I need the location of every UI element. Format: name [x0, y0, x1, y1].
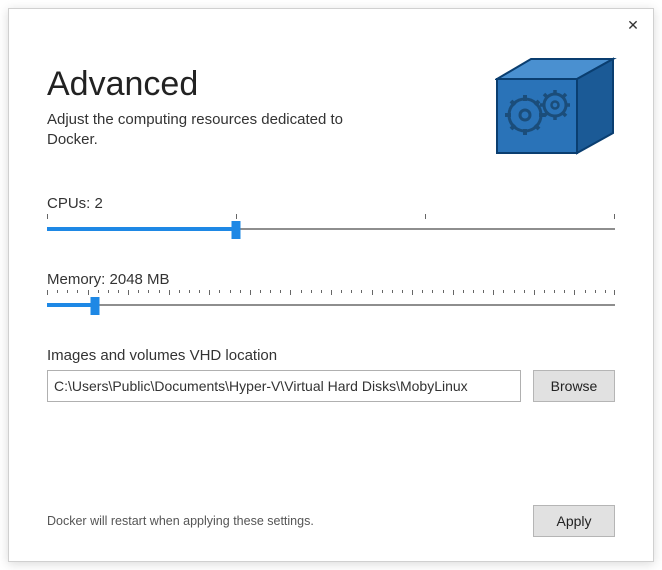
- memory-ticks: [47, 290, 615, 296]
- vhd-label: Images and volumes VHD location: [47, 347, 615, 364]
- memory-label: Memory: 2048 MB: [47, 271, 615, 288]
- memory-section: Memory: 2048 MB: [47, 271, 615, 315]
- apply-button[interactable]: Apply: [533, 505, 615, 537]
- cpus-label: CPUs: 2: [47, 195, 615, 212]
- browse-button[interactable]: Browse: [533, 370, 615, 402]
- dialog-header: Advanced Adjust the computing resources …: [47, 65, 615, 151]
- settings-window: ✕ Advanced Adjust the computing resource…: [8, 8, 654, 562]
- dialog-footer: Docker will restart when applying these …: [47, 505, 615, 537]
- cpus-slider-thumb[interactable]: [232, 221, 241, 239]
- restart-note: Docker will restart when applying these …: [47, 514, 314, 528]
- vhd-path-input[interactable]: [47, 370, 521, 402]
- memory-slider-thumb[interactable]: [91, 297, 100, 315]
- cpus-section: CPUs: 2: [47, 195, 615, 239]
- cpus-slider[interactable]: [47, 221, 615, 239]
- vhd-section: Images and volumes VHD location Browse: [47, 347, 615, 402]
- docker-cube-icon: [495, 57, 617, 160]
- memory-slider-fill: [47, 303, 95, 307]
- memory-slider[interactable]: [47, 297, 615, 315]
- dialog-content: Advanced Adjust the computing resources …: [9, 9, 653, 561]
- cpus-ticks: [47, 214, 615, 220]
- cpus-slider-fill: [47, 227, 236, 231]
- page-subtitle: Adjust the computing resources dedicated…: [47, 110, 377, 151]
